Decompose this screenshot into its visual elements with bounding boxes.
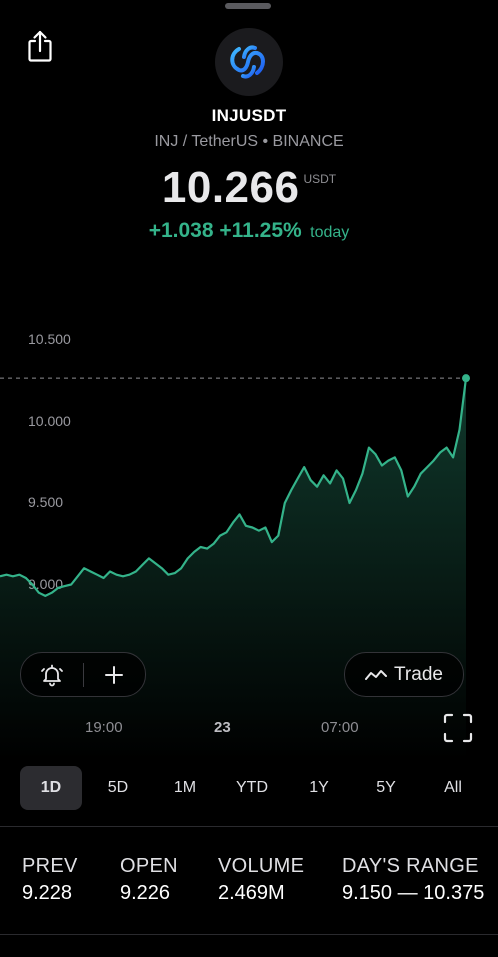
stat-value: 2.469M bbox=[218, 882, 285, 904]
stat-label: DAY'S RANGE bbox=[342, 855, 479, 877]
stat-value: 9.150 — 10.375 bbox=[342, 882, 485, 904]
stat-label: VOLUME bbox=[218, 855, 305, 877]
price-currency: USDT bbox=[303, 172, 337, 186]
stat-prev: PREV 9.228 bbox=[22, 855, 78, 905]
fullscreen-button[interactable] bbox=[443, 713, 473, 743]
add-alert-button[interactable] bbox=[21, 653, 83, 696]
sheet-grabber[interactable] bbox=[225, 3, 271, 9]
share-icon bbox=[28, 30, 52, 62]
x-tick-label: 19:00 bbox=[85, 719, 123, 736]
ticker-symbol: INJUSDT bbox=[211, 106, 287, 125]
stat-label: OPEN bbox=[120, 855, 178, 877]
range-5y[interactable]: 5Y bbox=[355, 766, 417, 810]
injective-logo-icon bbox=[215, 28, 283, 96]
price-area bbox=[0, 378, 466, 760]
bell-plus-icon bbox=[40, 664, 63, 686]
range-1y[interactable]: 1Y bbox=[288, 766, 350, 810]
trend-icon bbox=[365, 669, 388, 680]
price-row: 10.266 USDT bbox=[0, 163, 498, 213]
trade-button[interactable]: Trade bbox=[344, 652, 464, 697]
last-price-dot bbox=[462, 374, 470, 383]
divider bbox=[0, 826, 498, 827]
change-row: +1.038 +11.25% today bbox=[0, 219, 498, 243]
ticker-subtitle: INJ / TetherUS • BINANCE bbox=[154, 133, 344, 150]
divider bbox=[0, 934, 498, 935]
range-1d[interactable]: 1D bbox=[20, 766, 82, 810]
share-button[interactable] bbox=[22, 28, 58, 64]
stat-open: OPEN 9.226 bbox=[120, 855, 178, 905]
trade-label: Trade bbox=[394, 663, 443, 685]
x-tick-label: 23 bbox=[214, 719, 231, 736]
fullscreen-icon bbox=[443, 713, 473, 743]
stat-days-range: DAY'S RANGE 9.150 — 10.375 bbox=[342, 855, 484, 905]
range-5d[interactable]: 5D bbox=[87, 766, 149, 810]
range-1m[interactable]: 1M bbox=[154, 766, 216, 810]
price-change: +1.038 +11.25% bbox=[148, 219, 302, 242]
range-ytd[interactable]: YTD bbox=[221, 766, 283, 810]
change-period: today bbox=[310, 224, 350, 241]
add-to-watchlist-button[interactable] bbox=[84, 653, 146, 696]
time-range-selector: 1D 5D 1M YTD 1Y 5Y All bbox=[20, 766, 484, 810]
x-tick-label: 07:00 bbox=[321, 719, 359, 736]
stat-value: 9.228 bbox=[22, 882, 73, 904]
stat-value: 9.226 bbox=[120, 882, 171, 904]
stat-label: PREV bbox=[22, 855, 78, 877]
plus-icon bbox=[105, 665, 124, 684]
last-price: 10.266 bbox=[161, 163, 300, 212]
stat-volume: VOLUME 2.469M bbox=[218, 855, 304, 905]
range-all[interactable]: All bbox=[422, 766, 484, 810]
alert-controls bbox=[20, 652, 146, 697]
